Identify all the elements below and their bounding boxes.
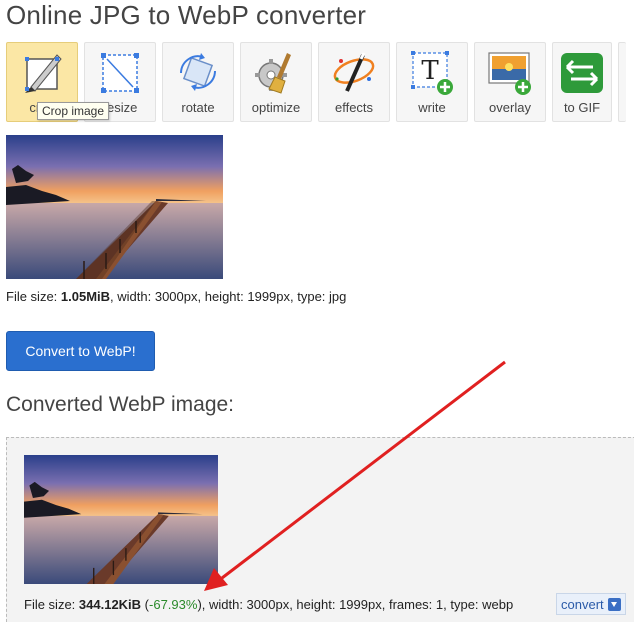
crop-tooltip: Crop image	[37, 102, 110, 120]
tool-label: write	[418, 100, 446, 115]
tool-optimize-button[interactable]: optimize	[240, 42, 312, 122]
tool-overlay-button[interactable]: overlay	[474, 42, 546, 122]
original-file-info: File size: 1.05MiB, width: 3000px, heigh…	[6, 289, 346, 304]
original-size-prefix: File size:	[6, 289, 61, 304]
effects-icon	[333, 52, 375, 92]
overlay-icon	[488, 52, 531, 95]
tool-label: to GIF	[563, 100, 601, 115]
tool-effects-button[interactable]: effects	[318, 42, 390, 122]
size-reduction-percent: -67.93%	[149, 597, 198, 612]
tool-to-gif-button[interactable]: to GIF	[552, 42, 612, 122]
converted-file-size: 344.12KiB	[78, 597, 142, 612]
tool-write-button[interactable]: T write	[396, 42, 468, 122]
page: Online JPG to WebP converter crop	[0, 0, 634, 622]
convert-dropdown-button[interactable]: convert	[556, 593, 626, 615]
converted-file-info: File size: 344.12KiB (-67.93%), width: 3…	[24, 597, 513, 612]
converted-section-title: Converted WebP image:	[6, 393, 235, 416]
converted-open-paren: (	[141, 597, 150, 612]
tool-next-button-partial[interactable]	[618, 42, 626, 122]
converted-image-preview	[24, 455, 218, 584]
to-gif-icon	[561, 53, 603, 93]
convert-link-label: convert	[561, 596, 604, 612]
tool-label: effects	[334, 100, 374, 115]
converted-size-prefix: File size:	[24, 597, 79, 612]
page-title: Online JPG to WebP converter	[6, 0, 367, 30]
convert-to-webp-button[interactable]: Convert to WebP!	[6, 331, 155, 371]
svg-text:T: T	[421, 56, 439, 86]
tool-rotate-button[interactable]: rotate	[162, 42, 234, 122]
original-file-details: , width: 3000px, height: 1999px, type: j…	[110, 289, 347, 304]
tool-label: overlay	[489, 100, 531, 115]
converted-file-details: ), width: 3000px, height: 1999px, frames…	[197, 597, 514, 612]
original-file-size: 1.05MiB	[60, 289, 111, 304]
tool-label: optimize	[251, 100, 301, 115]
resize-icon	[101, 53, 139, 93]
optimize-icon	[255, 53, 291, 94]
original-image-preview	[6, 135, 223, 279]
tool-label: rotate	[181, 100, 215, 115]
download-icon	[607, 597, 621, 611]
crop-icon	[25, 54, 62, 93]
rotate-icon	[180, 53, 216, 91]
write-icon: T	[411, 51, 453, 95]
